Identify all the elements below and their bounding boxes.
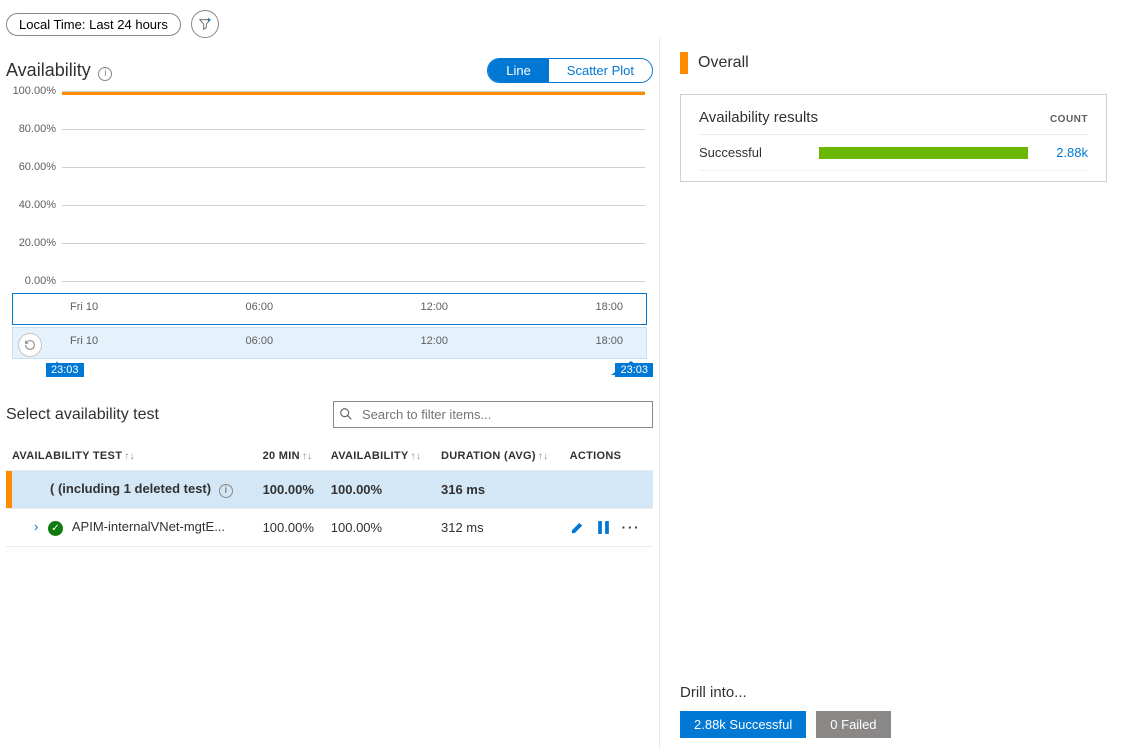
brush-start-badge: 23:03	[46, 363, 84, 377]
ytick: 20.00%	[6, 237, 56, 249]
summary-duration: 316 ms	[435, 471, 564, 509]
table-row[interactable]: › ✓ APIM-internalVNet-mgtE... 100.00% 10…	[6, 508, 653, 546]
ytick: 80.00%	[6, 123, 56, 135]
ytick: 40.00%	[6, 199, 56, 211]
brush-reset-button[interactable]	[18, 333, 42, 357]
summary-20min: 100.00%	[257, 471, 325, 509]
col-20min[interactable]: 20 MIN↑↓	[257, 442, 325, 471]
count-header: COUNT	[1050, 114, 1088, 125]
result-count: 2.88k	[1028, 145, 1088, 160]
drill-successful-button[interactable]: 2.88k Successful	[680, 711, 806, 738]
info-icon[interactable]: i	[219, 484, 233, 498]
card-title: Availability results	[699, 109, 818, 126]
chevron-right-icon[interactable]: ›	[34, 519, 38, 534]
time-brush[interactable]: Fri 10 06:00 12:00 18:00 Fri 10 06:00 12…	[6, 293, 653, 373]
chart-series-line	[62, 92, 645, 95]
xtick: 18:00	[595, 301, 623, 313]
drill-title: Drill into...	[680, 684, 1107, 701]
xtick: 06:00	[246, 301, 274, 313]
filter-plus-icon	[198, 16, 212, 32]
col-availability[interactable]: AVAILABILITY↑↓	[325, 442, 435, 471]
xtick: 18:00	[595, 335, 623, 347]
pause-icon[interactable]	[597, 520, 610, 535]
xtick: Fri 10	[70, 335, 98, 347]
overall-title: Overall	[698, 54, 749, 72]
xtick: Fri 10	[70, 301, 98, 313]
summary-availability: 100.00%	[325, 471, 435, 509]
tests-table: AVAILABILITY TEST↑↓ 20 MIN↑↓ AVAILABILIT…	[6, 442, 653, 547]
search-icon	[339, 407, 353, 421]
ytick: 0.00%	[6, 275, 56, 287]
availability-title: Availability	[6, 60, 91, 80]
cell-duration: 312 ms	[435, 508, 564, 546]
availability-chart[interactable]: 100.00% 80.00% 60.00% 40.00% 20.00% 0.00…	[6, 91, 653, 291]
xtick: 12:00	[421, 301, 449, 313]
availability-results-card: Availability results COUNT Successful 2.…	[680, 94, 1107, 182]
undo-icon	[23, 338, 37, 352]
ytick: 100.00%	[6, 85, 56, 97]
summary-accent-bar	[6, 471, 12, 508]
summary-label: (including 1 deleted test)	[58, 481, 211, 496]
col-duration[interactable]: DURATION (AVG)↑↓	[435, 442, 564, 471]
more-icon[interactable]: ···	[622, 520, 641, 535]
tests-section-title: Select availability test	[6, 406, 159, 424]
col-test[interactable]: AVAILABILITY TEST↑↓	[6, 442, 257, 471]
toggle-scatter[interactable]: Scatter Plot	[549, 59, 652, 82]
col-actions: ACTIONS	[564, 442, 653, 471]
info-icon[interactable]: i	[98, 67, 112, 81]
ytick: 60.00%	[6, 161, 56, 173]
xtick: 12:00	[421, 335, 449, 347]
result-bar	[819, 147, 1028, 159]
overall-accent-bar	[680, 52, 688, 74]
time-range-pill[interactable]: Local Time: Last 24 hours	[6, 13, 181, 36]
status-ok-icon: ✓	[48, 521, 63, 536]
result-row-successful[interactable]: Successful 2.88k	[699, 135, 1088, 171]
toggle-line[interactable]: Line	[488, 59, 549, 82]
brush-end-badge: 23:03	[615, 363, 653, 377]
xtick: 06:00	[246, 335, 274, 347]
search-input[interactable]	[333, 401, 653, 428]
chart-mode-toggle[interactable]: Line Scatter Plot	[487, 58, 653, 83]
cell-availability: 100.00%	[325, 508, 435, 546]
drill-failed-button[interactable]: 0 Failed	[816, 711, 890, 738]
cell-20min: 100.00%	[257, 508, 325, 546]
tests-summary-row[interactable]: ( (including 1 deleted test) i 100.00% 1…	[6, 471, 653, 509]
result-label: Successful	[699, 145, 819, 160]
add-filter-button[interactable]	[191, 10, 219, 38]
test-name: APIM-internalVNet-mgtE...	[72, 519, 225, 534]
edit-icon[interactable]	[570, 520, 585, 535]
